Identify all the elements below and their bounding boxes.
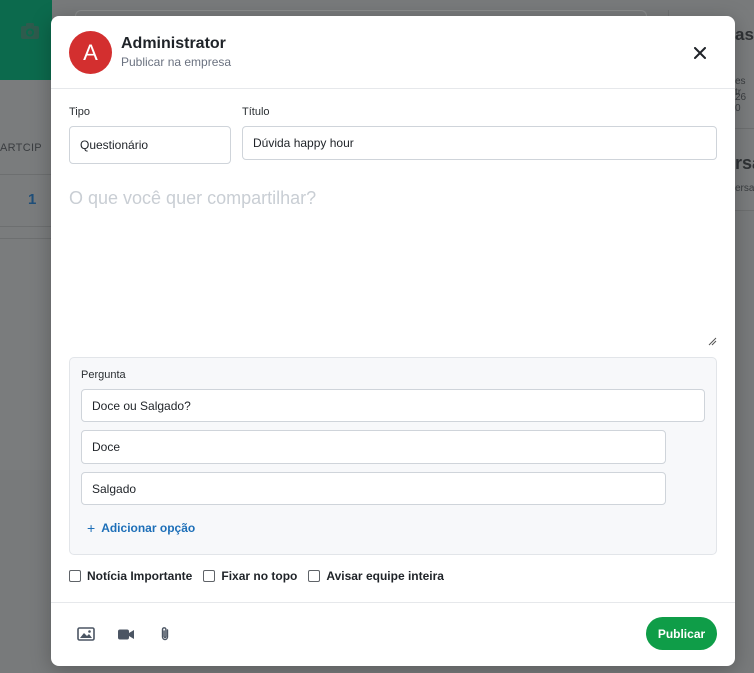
camera-icon xyxy=(21,23,39,39)
add-video-button[interactable] xyxy=(115,624,137,644)
checkbox-label: Notícia Importante xyxy=(87,569,193,583)
background-left-card xyxy=(0,80,53,470)
background-right-text: 26 0 xyxy=(735,92,747,114)
option-value: Salgado xyxy=(92,481,137,496)
checkbox-box[interactable] xyxy=(308,570,321,582)
background-divider xyxy=(0,238,52,239)
background-count: 1 xyxy=(28,191,37,208)
important-news-checkbox[interactable]: Notícia Importante xyxy=(69,569,192,583)
post-options: Notícia Importante Fixar no topo Avisar … xyxy=(69,569,444,583)
post-target: Publicar na empresa xyxy=(121,55,232,69)
background-divider xyxy=(0,226,52,227)
notify-team-checkbox[interactable]: Avisar equipe inteira xyxy=(308,569,444,583)
checkbox-label: Fixar no topo xyxy=(221,569,298,583)
attach-file-button[interactable] xyxy=(154,624,176,644)
publish-button[interactable]: Publicar xyxy=(646,617,717,650)
background-profile-banner xyxy=(0,0,52,80)
checkbox-label: Avisar equipe inteira xyxy=(326,569,444,583)
option-input[interactable]: Salgado xyxy=(81,472,666,505)
question-label: Pergunta xyxy=(81,369,126,381)
add-option-label: Adicionar opção xyxy=(101,521,196,535)
pin-to-top-checkbox[interactable]: Fixar no topo xyxy=(203,569,297,583)
title-value: Dúvida happy hour xyxy=(253,136,354,150)
background-divider xyxy=(0,174,52,175)
question-value: Doce ou Salgado? xyxy=(92,398,191,413)
question-input[interactable]: Doce ou Salgado? xyxy=(81,389,705,422)
attachment-icon xyxy=(161,627,169,641)
title-label: Título xyxy=(242,106,270,118)
add-option-button[interactable]: + Adicionar opção xyxy=(87,520,195,536)
post-body-textarea[interactable]: O que você quer compartilhar? xyxy=(69,188,316,209)
post-composer-modal: A Administrator Publicar na empresa Tipo… xyxy=(51,16,735,666)
background-right-title: as xyxy=(735,25,754,44)
background-divider xyxy=(735,128,754,129)
background-right-title: rsa xyxy=(735,153,754,173)
author-name: Administrator xyxy=(121,35,226,52)
title-input[interactable]: Dúvida happy hour xyxy=(242,126,717,160)
modal-header: A Administrator Publicar na empresa xyxy=(51,16,735,89)
type-select[interactable]: Questionário xyxy=(69,126,231,164)
checkbox-box[interactable] xyxy=(69,570,81,582)
image-icon xyxy=(77,627,95,641)
resize-grip-icon[interactable] xyxy=(707,336,717,346)
background-divider xyxy=(735,210,754,211)
option-value: Doce xyxy=(92,440,121,454)
background-right-text: ersa xyxy=(735,183,754,194)
background-column-header: ARTCIP xyxy=(0,142,42,154)
plus-icon: + xyxy=(87,520,96,536)
avatar: A xyxy=(69,31,112,74)
option-input[interactable]: Doce xyxy=(81,430,666,464)
type-label: Tipo xyxy=(69,106,90,118)
type-value: Questionário xyxy=(80,138,149,152)
checkbox-box[interactable] xyxy=(203,570,216,582)
add-image-button[interactable] xyxy=(75,624,97,644)
close-button[interactable] xyxy=(689,42,711,64)
close-icon xyxy=(694,47,706,59)
video-icon xyxy=(118,629,134,639)
